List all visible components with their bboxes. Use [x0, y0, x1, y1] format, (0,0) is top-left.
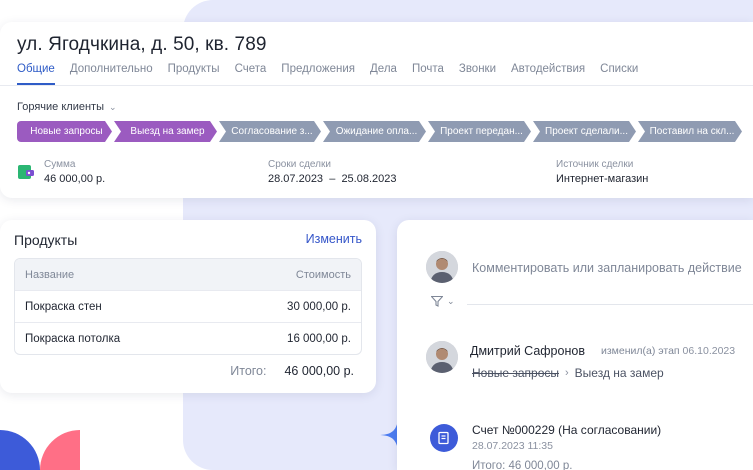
event-stage-change: Новые запросы › Выезд на замер — [472, 366, 664, 380]
stage-label: Новые запросы — [30, 126, 103, 137]
tab-lists[interactable]: Списки — [600, 63, 638, 85]
product-name: Покраска стен — [25, 300, 102, 313]
funnel-label: Горячие клиенты — [17, 101, 104, 113]
dates-block: Сроки сделки 28.07.2023 – 25.08.2023 — [268, 159, 397, 185]
total-value: 46 000,00 р. — [284, 364, 354, 378]
tab-products[interactable]: Продукты — [168, 63, 220, 85]
decor-star-icon — [378, 420, 398, 450]
deal-tabs: Общие Дополнительно Продукты Счета Предл… — [17, 63, 653, 85]
chevron-down-icon: ⌄ — [447, 296, 455, 306]
products-card: Продукты Изменить Название Стоимость Пок… — [0, 220, 376, 393]
stage-label: Проект передан... — [440, 126, 523, 137]
sum-block: Сумма 46 000,00 р. — [44, 159, 105, 185]
tab-offers[interactable]: Предложения — [281, 63, 355, 85]
product-price: 16 000,00 р. — [287, 332, 351, 345]
stage-5[interactable]: Проект сделали... — [533, 121, 636, 142]
date-from: 28.07.2023 — [268, 173, 324, 185]
deal-title: ул. Ягодчкина, д. 50, кв. 789 — [17, 34, 267, 55]
tab-general[interactable]: Общие — [17, 63, 55, 85]
event-date: 06.10.2023 — [682, 345, 736, 357]
stage-0[interactable]: Новые запросы — [17, 121, 112, 142]
date-separator: – — [329, 173, 336, 185]
tab-tasks[interactable]: Дела — [370, 63, 397, 85]
stage-1[interactable]: Выезд на замер — [114, 121, 217, 142]
chevron-right-icon: › — [565, 367, 569, 379]
sum-label: Сумма — [44, 159, 76, 170]
dates-label: Сроки сделки — [268, 159, 331, 170]
tab-calls[interactable]: Звонки — [459, 63, 496, 85]
decor-blue-shape — [0, 430, 40, 470]
tab-invoices[interactable]: Счета — [235, 63, 267, 85]
stage-6[interactable]: Поставил на скл... — [638, 121, 742, 142]
invoice-total: Итого: 46 000,00 р. — [472, 460, 573, 470]
timeline-card: Комментировать или запланировать действи… — [397, 220, 753, 470]
timeline-divider — [467, 304, 753, 305]
filter-button[interactable]: ⌄ — [431, 296, 455, 307]
event-action: изменил(а) этап 06.10.2023 — [601, 345, 735, 357]
avatar — [426, 341, 458, 373]
invoice-icon — [430, 424, 458, 452]
total-label: Итого: — [230, 364, 267, 378]
product-name: Покраска потолка — [25, 332, 121, 345]
document-icon — [438, 431, 449, 445]
stage-pipeline: Новые запросы Выезд на замер Согласовани… — [17, 121, 744, 142]
table-row: Покраска стен 30 000,00 р. — [15, 290, 361, 322]
stage-label: Выезд на замер — [130, 126, 205, 137]
chevron-down-icon: ⌄ — [108, 101, 117, 112]
tab-mail[interactable]: Почта — [412, 63, 444, 85]
stage-4[interactable]: Проект передан... — [428, 121, 531, 142]
invoice-title[interactable]: Счет №000229 (На согласовании) — [472, 423, 661, 437]
new-stage: Выезд на замер — [574, 366, 664, 380]
user-avatar-icon — [426, 251, 458, 283]
products-table: Название Стоимость Покраска стен 30 000,… — [14, 258, 362, 355]
column-name-header: Название — [25, 268, 75, 281]
dates-value: 28.07.2023 – 25.08.2023 — [268, 173, 397, 185]
table-row: Покраска потолка 16 000,00 р. — [15, 322, 361, 354]
source-label: Источник сделки — [556, 159, 634, 170]
avatar — [426, 251, 458, 283]
products-total: Итого: 46 000,00 р. — [230, 364, 354, 378]
date-to: 25.08.2023 — [341, 173, 397, 185]
sum-value: 46 000,00 р. — [44, 173, 106, 185]
edit-products-link[interactable]: Изменить — [306, 232, 362, 246]
old-stage: Новые запросы — [472, 366, 559, 380]
deal-card: ул. Ягодчкина, д. 50, кв. 789 Общие Допо… — [0, 22, 753, 198]
comment-input[interactable]: Комментировать или запланировать действи… — [472, 261, 742, 275]
column-price-header: Стоимость — [295, 268, 351, 281]
user-avatar-icon — [426, 341, 458, 373]
tab-additional[interactable]: Дополнительно — [70, 63, 153, 85]
stage-label: Поставил на скл... — [649, 126, 735, 137]
decor-pink-shape — [40, 430, 80, 470]
source-block: Источник сделки Интернет-магазин — [556, 159, 648, 185]
funnel-select[interactable]: Горячие клиенты ⌄ — [17, 101, 117, 113]
tab-automations[interactable]: Автодействия — [511, 63, 585, 85]
event-action-text: изменил(а) этап — [601, 345, 680, 357]
invoice-datetime: 28.07.2023 11:35 — [472, 440, 553, 452]
products-title: Продукты — [14, 232, 78, 248]
stage-label: Ожидание опла... — [335, 126, 418, 137]
filter-icon — [431, 296, 443, 307]
table-header: Название Стоимость — [15, 259, 361, 290]
product-price: 30 000,00 р. — [287, 300, 351, 313]
stage-2[interactable]: Согласование з... — [219, 121, 321, 142]
stage-3[interactable]: Ожидание опла... — [323, 121, 426, 142]
source-value: Интернет-магазин — [556, 173, 649, 185]
tabs-divider — [0, 85, 753, 86]
stage-label: Проект сделали... — [545, 126, 628, 137]
stage-label: Согласование з... — [231, 126, 313, 137]
wallet-icon — [18, 165, 34, 179]
event-author[interactable]: Дмитрий Сафронов — [470, 344, 585, 358]
